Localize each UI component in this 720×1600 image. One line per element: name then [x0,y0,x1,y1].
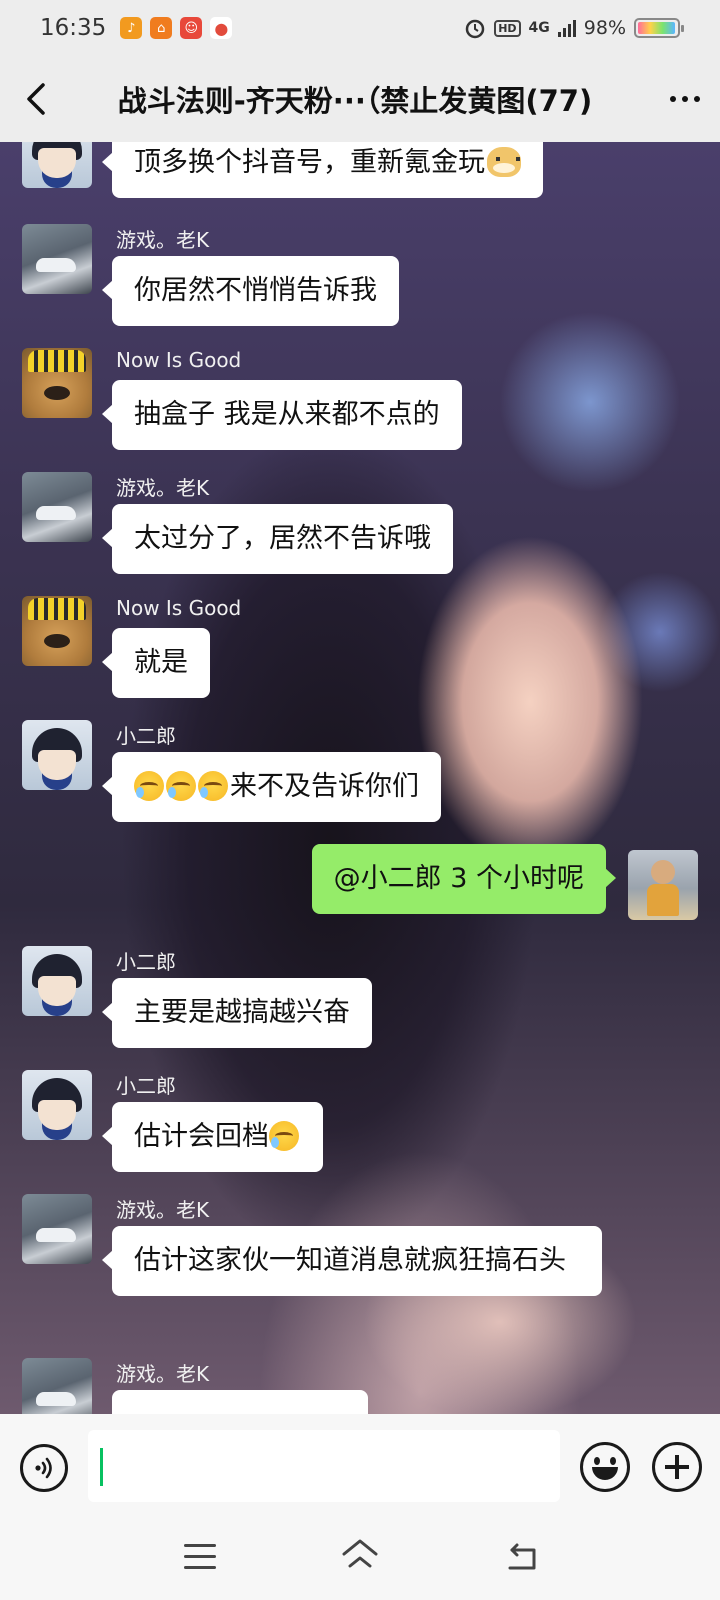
message-text: 顶多换个抖音号，重新氪金玩 [134,147,485,178]
avatar[interactable] [22,348,92,418]
location-notification-icon: ● [210,17,233,39]
avatar[interactable] [22,946,92,1016]
chevron-left-icon [27,83,45,115]
avatar[interactable] [22,472,92,542]
status-time: 16:35 [40,15,107,41]
more-icon-dot [682,96,688,102]
message-text: 你居然不悄悄告诉我 [134,275,377,306]
crying-laughing-emoji-icon [134,771,164,801]
sender-name: 游戏。老K [116,228,210,252]
avatar[interactable] [22,596,92,666]
sender-name: 小二郎 [116,950,176,974]
alarm-icon [465,19,485,39]
app-notification-icon: ♪ [120,17,143,39]
input-bar [0,1414,720,1520]
message-bubble[interactable]: 你居然不悄悄告诉我 [102,256,399,326]
home-button[interactable] [340,1536,380,1574]
chat-header: 战斗法则-齐天粉···（禁止发黄图(77) [0,56,720,142]
chat-title: 战斗法则-齐天粉···（禁止发黄图(77) [117,84,593,118]
crying-laughing-emoji-icon [269,1121,299,1151]
message-bubble[interactable]: 就是 [102,628,210,698]
message-text: 就是 [134,647,188,678]
message-bubble[interactable]: 来不及告诉你们 [102,752,441,822]
message-bubble[interactable]: 太过分了，居然不告诉哦 [102,504,453,574]
crying-laughing-emoji-icon [166,771,196,801]
back-button[interactable] [0,56,70,142]
sender-name: 游戏。老K [116,476,210,500]
more-icon-dot [670,96,676,102]
message-bubble[interactable]: 顶多换个抖音号，重新氪金玩 [102,142,543,198]
text-caret [100,1448,103,1486]
voice-icon [35,1457,52,1479]
chat-message-list[interactable]: 顶多换个抖音号，重新氪金玩 游戏。老K 你居然不悄悄告诉我 Now Is Goo… [0,142,720,1414]
battery-percent: 98% [583,17,626,39]
network-type: 4G [528,20,550,36]
system-nav-bar [0,1520,720,1600]
avatar[interactable] [22,142,92,188]
signal-icon [557,19,576,37]
message-bubble[interactable]: 估计会回档 [102,1102,323,1172]
message-bubble[interactable]: 估计这家伙一知道消息就疯狂搞石头 [102,1226,602,1296]
status-right: HD 4G 98% [464,17,684,39]
sender-name: 小二郎 [116,1074,176,1098]
home-app-notification-icon: ⌂ [150,17,173,39]
message-bubble[interactable]: 主要是越搞越兴奋 [102,978,372,1048]
more-options-button[interactable] [650,56,720,142]
avatar[interactable] [22,1070,92,1140]
voice-input-button[interactable] [20,1444,68,1492]
message-bubble[interactable] [112,1390,368,1414]
message-text: 抽盒子 我是从来都不点的 [134,399,440,430]
battery-fill [638,22,676,34]
status-bar: 16:35 ♪ ⌂ ☺ ● HD 4G 98% [0,0,720,56]
notification-icons: ♪ ⌂ ☺ ● [120,17,233,39]
sender-name: 小二郎 [116,724,176,748]
crying-laughing-emoji-icon [198,771,228,801]
message-input[interactable] [88,1430,560,1502]
more-icon-dot [694,96,700,102]
avatar[interactable] [22,1194,92,1264]
avatar[interactable] [22,720,92,790]
message-bubble-mine[interactable]: @小二郎 3 个小时呢 [311,844,617,914]
my-avatar[interactable] [628,850,698,920]
avatar[interactable] [22,1358,92,1414]
system-back-button[interactable] [504,1542,538,1572]
game-app-notification-icon: ☺ [180,17,203,39]
battery-icon [634,18,684,38]
message-text: 估计会回档 [134,1121,269,1152]
hd-badge: HD [494,19,521,37]
message-text: 主要是越搞越兴奋 [134,997,350,1028]
more-actions-button[interactable] [652,1442,702,1492]
sender-name: Now Is Good [116,348,242,372]
sender-name: 游戏。老K [116,1362,210,1386]
message-text: 估计这家伙一知道消息就疯狂搞石头 [134,1245,566,1276]
back-arrow-icon [508,1543,536,1570]
message-text: 来不及告诉你们 [230,771,419,802]
sender-name: Now Is Good [116,596,242,620]
doge-emoji-icon [487,147,521,177]
home-icon [342,1539,378,1568]
avatar[interactable] [22,224,92,294]
emoji-button[interactable] [580,1442,630,1492]
message-text: @小二郎 3 个小时呢 [333,863,584,894]
message-bubble[interactable]: 抽盒子 我是从来都不点的 [102,380,462,450]
sender-name: 游戏。老K [116,1198,210,1222]
message-text: 太过分了，居然不告诉哦 [134,523,431,554]
recent-apps-button[interactable] [184,1544,216,1570]
